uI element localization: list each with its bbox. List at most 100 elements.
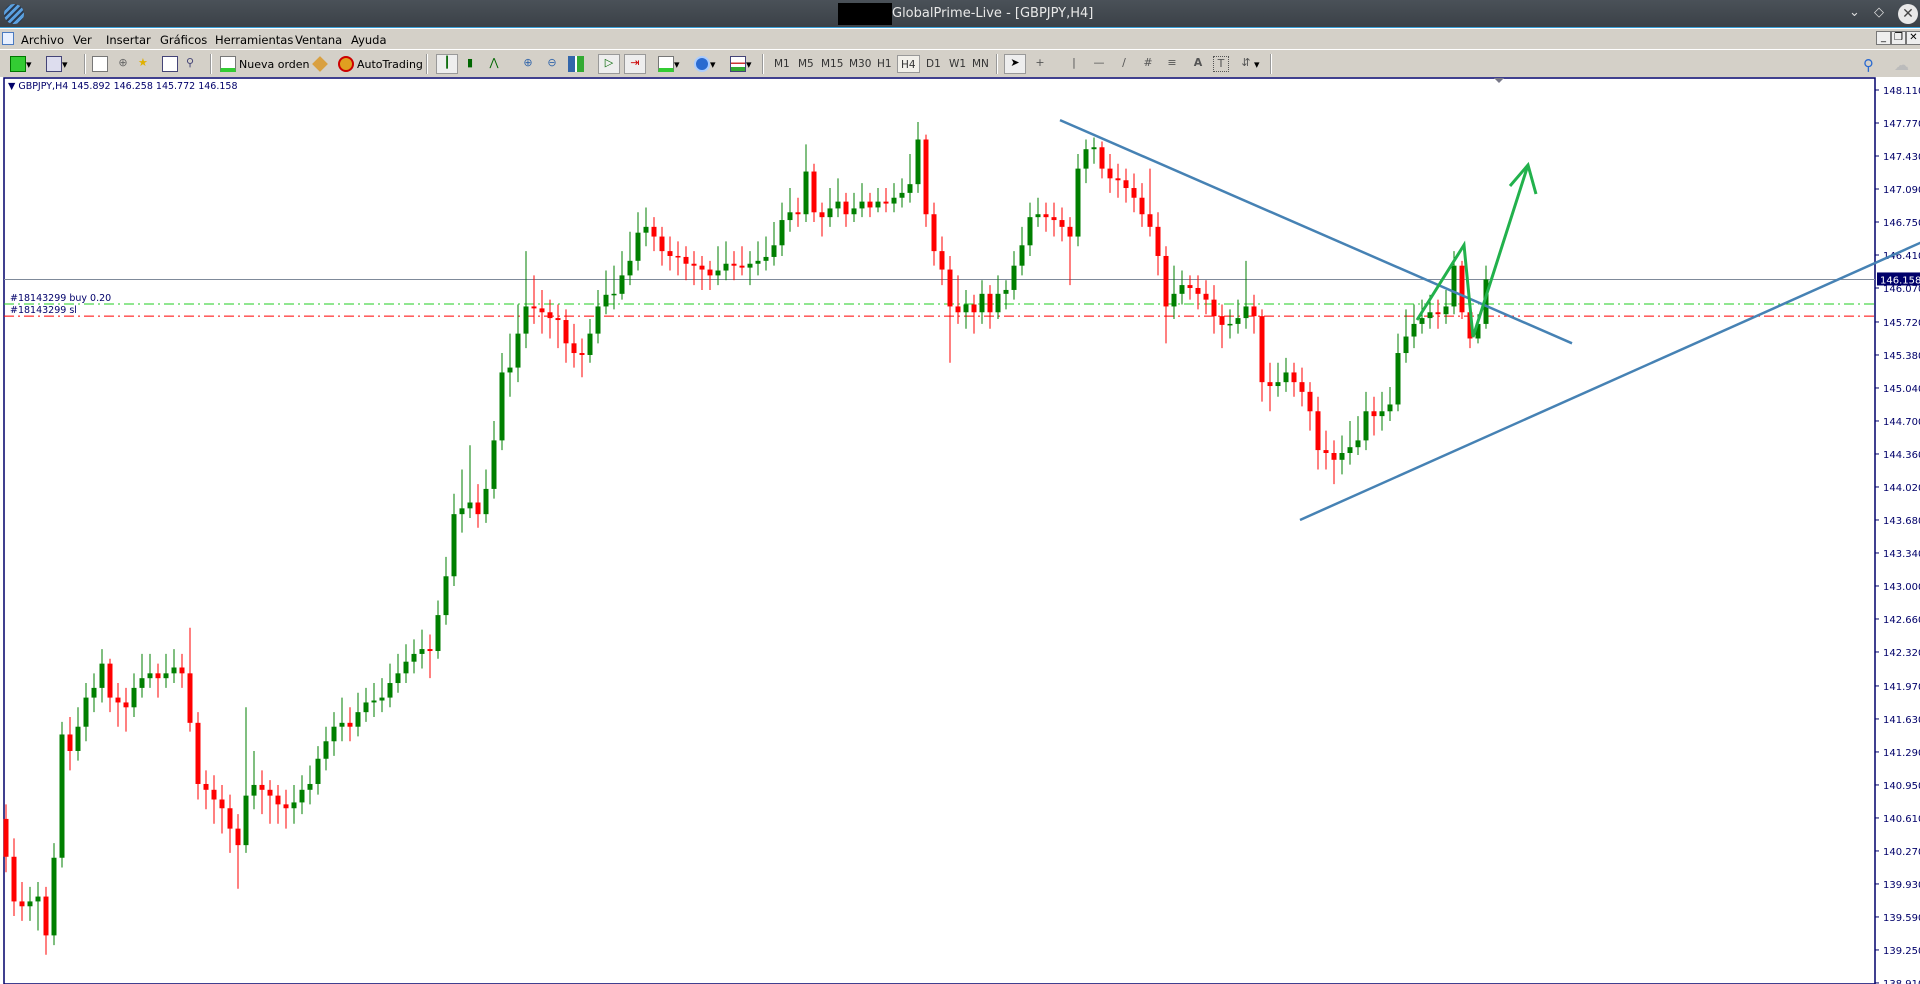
timeframe-h4[interactable]: H4 <box>897 55 920 73</box>
bullish-candle <box>907 184 913 193</box>
timeframe-m30[interactable]: M30 <box>846 55 874 73</box>
bullish-candle <box>291 802 297 809</box>
timeframe-w1[interactable]: W1 <box>946 55 969 73</box>
bearish-candle <box>1147 214 1153 227</box>
new-chart-button[interactable]: ▾ <box>10 54 32 74</box>
text-button[interactable]: A <box>1190 54 1206 74</box>
metaeditor-button[interactable] <box>312 54 328 74</box>
market-watch-button[interactable] <box>92 54 108 74</box>
crosshair-tool-icon: + <box>1035 56 1045 69</box>
bearish-candle <box>971 304 977 313</box>
timeframe-m5[interactable]: M5 <box>795 55 817 73</box>
profiles-button[interactable]: ▾ <box>46 54 68 74</box>
zoom-out-button[interactable]: ⊖ <box>544 54 560 74</box>
tile-windows-icon <box>568 56 584 72</box>
bullish-candle <box>595 306 601 334</box>
bullish-candle <box>307 783 313 790</box>
bullish-candle <box>491 440 497 489</box>
vertical-line-button[interactable]: | <box>1066 54 1082 74</box>
close-window-button[interactable]: ✕ <box>1898 4 1918 24</box>
mdi-close-button[interactable]: ✕ <box>1906 31 1920 45</box>
text-label-button[interactable]: T <box>1213 54 1229 74</box>
trendline-button[interactable]: ∕ <box>1116 54 1132 74</box>
line-chart-button[interactable]: ⋀ <box>486 54 502 74</box>
price-tick-label: 142.660 <box>1883 615 1920 626</box>
autoscroll-button[interactable]: ▷ <box>598 54 620 74</box>
chat-button[interactable]: ☁ <box>1894 54 1910 74</box>
minimize-icon[interactable]: ⌄ <box>1849 5 1860 20</box>
periods-button[interactable]: ▾ <box>694 54 716 74</box>
bullish-candle <box>643 226 649 233</box>
cursor-tool-button[interactable]: ➤ <box>1004 54 1026 74</box>
bearish-candle <box>3 818 9 857</box>
search-button[interactable]: ⚲ <box>1863 54 1879 74</box>
bearish-candle <box>931 214 937 252</box>
price-tick-label: 144.360 <box>1883 450 1920 461</box>
bearish-candle <box>1259 316 1265 383</box>
price-tick-label: 140.610 <box>1883 814 1920 825</box>
bearish-candle <box>819 212 825 218</box>
bullish-candle <box>443 576 449 616</box>
menu-ver[interactable]: Ver <box>73 33 92 47</box>
timeframe-m1[interactable]: M1 <box>771 55 793 73</box>
autoscroll-icon: ▷ <box>604 56 614 69</box>
bearish-candle <box>1203 293 1209 300</box>
arrows-icon: ⇵ <box>1241 56 1251 69</box>
timeframe-d1[interactable]: D1 <box>923 55 944 73</box>
symbol-info: ▼ GBPJPY,H4 145.892 146.258 145.772 146.… <box>8 81 238 92</box>
menu-herramientas[interactable]: Herramientas <box>215 33 293 47</box>
templates-button[interactable]: ▾ <box>730 54 752 74</box>
mdi-restore-button[interactable]: ❐ <box>1891 31 1906 45</box>
bearish-candle <box>1163 255 1169 307</box>
horizontal-line-button[interactable]: — <box>1091 54 1107 74</box>
equidistant-channel-button[interactable]: # <box>1140 54 1156 74</box>
menu-archivo[interactable]: Archivo <box>21 33 64 47</box>
arrows-button[interactable]: ⇵ ▾ <box>1238 54 1259 74</box>
navigator-button[interactable]: ★ <box>138 54 154 74</box>
terminal-button[interactable] <box>162 54 178 74</box>
bar-chart-button[interactable]: ┃ <box>436 54 458 74</box>
mdi-minimize-button[interactable]: _ <box>1876 31 1891 45</box>
search-icon: ⚲ <box>1863 56 1874 74</box>
data-window-button[interactable]: ⊕ <box>115 54 131 74</box>
fibonacci-button[interactable]: ≡ <box>1164 54 1180 74</box>
bullish-candle <box>747 263 753 268</box>
new-order-button[interactable]: Nueva orden <box>220 54 310 74</box>
line-chart-icon: ⋀ <box>489 56 499 69</box>
candlestick-button[interactable]: ▮ <box>462 54 478 74</box>
fibonacci-icon: ≡ <box>1167 56 1177 69</box>
tile-windows-button[interactable] <box>568 54 584 74</box>
stop-loss-label[interactable]: #18143299 sl <box>10 305 77 316</box>
bullish-candle <box>1411 323 1417 337</box>
chart-shift-button[interactable]: ⇥ <box>624 54 646 74</box>
new-order-icon <box>220 56 236 72</box>
bullish-candle <box>363 702 369 713</box>
bearish-candle <box>259 784 265 790</box>
crosshair-tool-button[interactable]: + <box>1032 54 1048 74</box>
strategy-tester-button[interactable]: ⚲ <box>186 54 202 74</box>
zoom-in-button[interactable]: ⊕ <box>520 54 536 74</box>
bearish-candle <box>195 722 201 784</box>
chart-window[interactable]: 148.110147.770147.430147.090146.750146.4… <box>0 77 1920 984</box>
timeframe-mn[interactable]: MN <box>969 55 992 73</box>
bearish-candle <box>555 318 561 321</box>
indicators-button[interactable]: ▾ <box>658 54 680 74</box>
bearish-candle <box>691 263 697 266</box>
menu-graficos[interactable]: Gráficos <box>160 33 207 47</box>
menu-ayuda[interactable]: Ayuda <box>351 33 387 47</box>
bullish-candle <box>523 306 529 334</box>
timeframe-h1[interactable]: H1 <box>874 55 895 73</box>
price-chart[interactable]: 148.110147.770147.430147.090146.750146.4… <box>0 77 1920 984</box>
menu-ventana[interactable]: Ventana <box>295 33 342 47</box>
menu-insertar[interactable]: Insertar <box>106 33 151 47</box>
bearish-candle <box>1051 217 1057 221</box>
maximize-icon[interactable]: ◇ <box>1874 5 1884 20</box>
timeframe-m15[interactable]: M15 <box>818 55 846 73</box>
order-label[interactable]: #18143299 buy 0.20 <box>10 293 111 304</box>
bearish-candle <box>883 201 889 204</box>
bullish-candle <box>915 139 921 185</box>
bullish-candle <box>131 687 137 708</box>
bearish-candle <box>283 804 289 809</box>
autotrading-button[interactable]: AutoTrading <box>338 54 423 74</box>
profiles-icon <box>46 56 62 72</box>
